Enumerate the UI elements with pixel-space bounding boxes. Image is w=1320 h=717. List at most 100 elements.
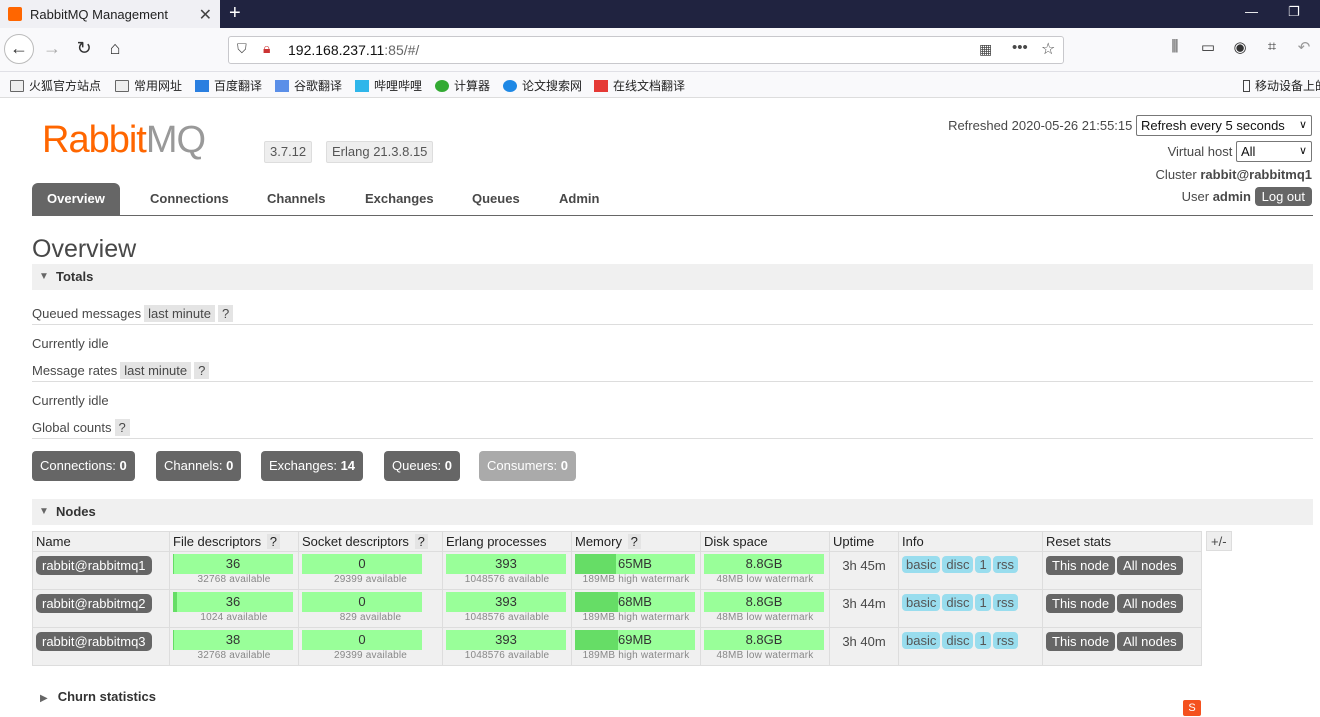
info-count-pill[interactable]: 1 (975, 594, 991, 611)
bookmark-item[interactable]: 在线文档翻译 (594, 77, 685, 94)
erlang-processes-cell: 393 1048576 available (442, 551, 572, 590)
rabbitmq-logo[interactable]: RabbitMQ (42, 119, 206, 162)
usage-bar: 393 (446, 592, 566, 612)
back-icon[interactable]: ← (4, 34, 34, 64)
consumers-count-button[interactable]: Consumers: 0 (479, 451, 576, 481)
info-rss-pill[interactable]: rss (992, 632, 1019, 649)
bookmark-star-icon[interactable]: ☆ (1041, 39, 1055, 59)
bookmark-item[interactable]: 哔哩哔哩 (355, 77, 422, 94)
tab-exchanges[interactable]: Exchanges (365, 183, 434, 215)
info-count-pill[interactable]: 1 (975, 632, 991, 649)
bookmark-item[interactable]: 谷歌翻译 (275, 77, 342, 94)
columns-toggle-button[interactable]: +/- (1206, 531, 1232, 551)
timerange-hint[interactable]: last minute (144, 305, 215, 322)
folder-icon (10, 79, 24, 92)
node-link[interactable]: rabbit@rabbitmq3 (36, 632, 152, 651)
capacity-note: 48MB low watermark (716, 650, 814, 661)
usage-bar: 68MB (575, 592, 695, 612)
info-cell: basic disc 1 rss (898, 551, 1043, 590)
tab-overview[interactable]: Overview (32, 183, 120, 215)
column-header: Uptime (829, 531, 899, 552)
divider (32, 324, 1313, 325)
tab-connections[interactable]: Connections (150, 183, 229, 215)
undo-icon[interactable]: ↶ (1292, 38, 1316, 56)
reset-all-nodes-button[interactable]: All nodes (1117, 632, 1183, 651)
help-button[interactable]: ? (218, 305, 234, 322)
nodes-section-header[interactable]: ▼ Nodes (32, 499, 1313, 525)
cluster-label: Cluster (1155, 167, 1197, 182)
insecure-lock-icon[interactable]: 🔒︎ (263, 40, 270, 57)
rabbitmq-page: RabbitMQ 3.7.12 Erlang 21.3.8.15 Refresh… (0, 99, 1320, 717)
divider (32, 381, 1313, 382)
info-disc-pill[interactable]: disc (942, 556, 974, 573)
reset-stats-cell: This node All nodes (1042, 551, 1202, 590)
info-basic-pill[interactable]: basic (902, 556, 941, 573)
qr-code-icon[interactable]: ▦ (979, 41, 992, 58)
info-disc-pill[interactable]: disc (942, 632, 974, 649)
reset-this-node-button[interactable]: This node (1046, 594, 1116, 613)
sidebar-icon[interactable]: ▭ (1196, 38, 1220, 56)
node-link[interactable]: rabbit@rabbitmq2 (36, 594, 152, 613)
disk-space-cell: 8.8GB 48MB low watermark (700, 551, 830, 590)
home-icon[interactable]: ⌂ (103, 38, 127, 59)
timerange-hint[interactable]: last minute (120, 362, 192, 379)
reset-all-nodes-button[interactable]: All nodes (1117, 594, 1183, 613)
node-link[interactable]: rabbit@rabbitmq1 (36, 556, 152, 575)
tab-admin[interactable]: Admin (559, 183, 599, 215)
help-button[interactable]: ? (114, 419, 130, 436)
queues-count-button[interactable]: Queues: 0 (384, 451, 461, 481)
help-button[interactable]: ? (194, 362, 210, 379)
divider (32, 438, 1313, 439)
exchanges-count-button[interactable]: Exchanges: 14 (261, 451, 364, 481)
vhost-select[interactable]: All ∨ (1236, 141, 1312, 162)
capacity-note: 1048576 available (464, 650, 550, 661)
info-rss-pill[interactable]: rss (992, 594, 1019, 611)
uptime-cell: 3h 40m (829, 627, 899, 666)
tab-channels[interactable]: Channels (267, 183, 326, 215)
mobile-bookmarks[interactable]: 移动设备上的 (1243, 77, 1320, 94)
channels-count-button[interactable]: Channels: 0 (156, 451, 242, 481)
info-rss-pill[interactable]: rss (992, 556, 1019, 573)
usage-bar: 0 (302, 592, 422, 612)
address-bar[interactable]: ⛉ 🔒︎ 192.168.237.11:85/#/ ▦ ••• ☆ (228, 36, 1064, 64)
browser-tab[interactable]: RabbitMQ Management ✕ (0, 0, 220, 28)
bookmark-item[interactable]: 论文搜索网 (503, 77, 582, 94)
tab-queues[interactable]: Queues (472, 183, 520, 215)
info-basic-pill[interactable]: basic (902, 632, 941, 649)
info-disc-pill[interactable]: disc (942, 594, 974, 611)
bookmark-item[interactable]: 计算器 (435, 77, 490, 94)
column-header: Erlang processes (442, 531, 572, 552)
refresh-interval-select[interactable]: Refresh every 5 seconds ∨ (1136, 115, 1312, 136)
help-button[interactable]: ? (627, 534, 641, 549)
bookmark-item[interactable]: 常用网址 (115, 77, 182, 94)
info-count-pill[interactable]: 1 (975, 556, 991, 573)
help-button[interactable]: ? (266, 534, 280, 549)
input-method-icon[interactable]: S (1183, 700, 1201, 716)
info-basic-pill[interactable]: basic (902, 594, 941, 611)
reload-icon[interactable]: ↻ (72, 38, 96, 59)
screenshot-icon[interactable]: ⌗ (1260, 38, 1284, 55)
bookmark-item[interactable]: 百度翻译 (195, 77, 262, 94)
bookmark-item[interactable]: 火狐官方站点 (10, 77, 101, 94)
reset-this-node-button[interactable]: This node (1046, 632, 1116, 651)
restore-window-icon[interactable]: ❐ (1288, 4, 1300, 20)
url-text[interactable]: 192.168.237.11:85/#/ (288, 42, 419, 58)
account-icon[interactable]: ◉ (1228, 38, 1252, 56)
totals-section-header[interactable]: ▼ Totals (32, 264, 1313, 290)
more-actions-icon[interactable]: ••• (1012, 39, 1028, 56)
new-tab-icon[interactable]: + (229, 2, 241, 25)
memory-cell: 65MB 189MB high watermark (571, 551, 701, 590)
forward-icon[interactable]: → (40, 38, 64, 59)
library-icon[interactable]: ⫼ (1163, 38, 1187, 55)
connections-count-button[interactable]: Connections: 0 (32, 451, 135, 481)
reset-all-nodes-button[interactable]: All nodes (1117, 556, 1183, 575)
file-descriptors-cell: 36 32768 available (169, 551, 299, 590)
column-header: Info (898, 531, 1043, 552)
churn-statistics-section-header[interactable]: ▶ Churn statistics (40, 689, 156, 704)
close-tab-icon[interactable]: ✕ (199, 5, 212, 25)
help-button[interactable]: ? (414, 534, 428, 549)
minimize-window-icon[interactable]: — (1245, 4, 1258, 19)
reset-this-node-button[interactable]: This node (1046, 556, 1116, 575)
refreshed-time: Refreshed 2020-05-26 21:55:15 (948, 118, 1133, 133)
shield-icon[interactable]: ⛉ (237, 41, 247, 57)
